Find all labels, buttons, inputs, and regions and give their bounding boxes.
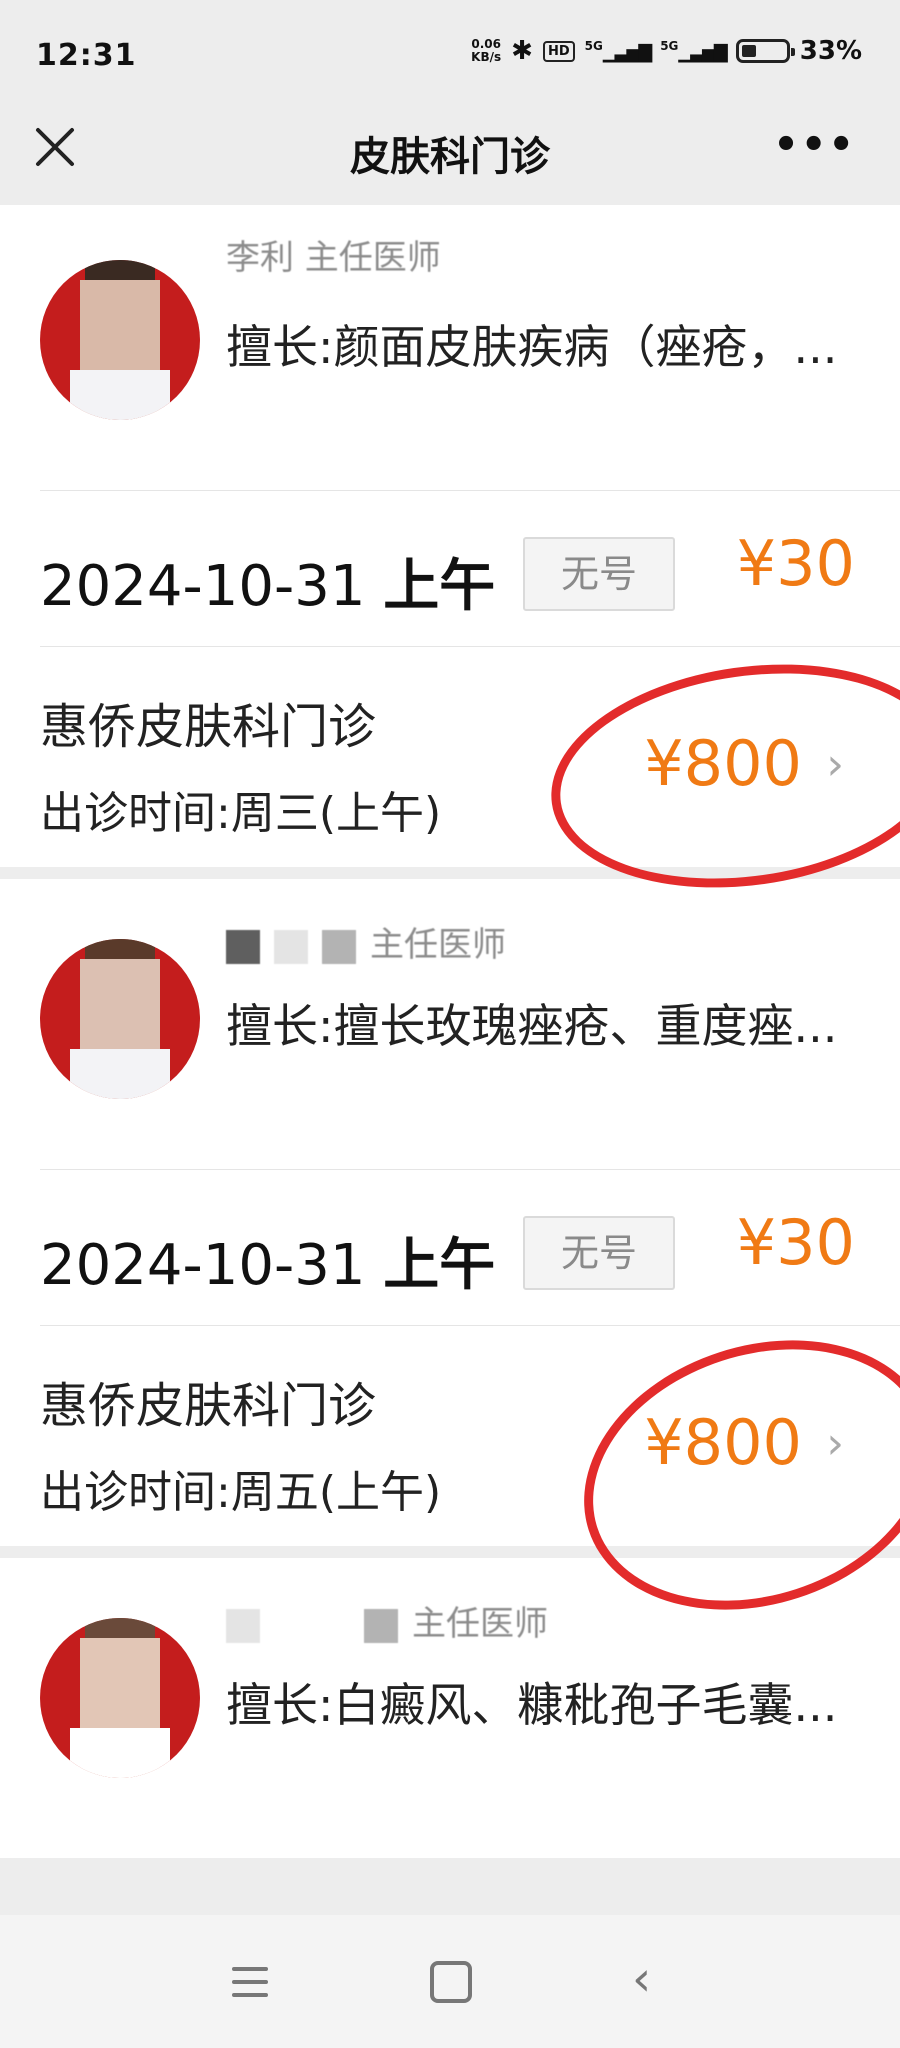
doctor-card[interactable]: 主任医师 擅长:白癜风、糠秕孢子毛囊... (0, 1558, 900, 1858)
bluetooth-icon: ✱ (511, 36, 533, 66)
avatar (40, 939, 200, 1099)
signal-5g-icon-2: 5G▁▃▅▇ (660, 38, 728, 63)
avatar (40, 1618, 200, 1778)
annotation-circle (536, 640, 900, 912)
page-title: 皮肤科门诊 (350, 134, 550, 180)
doctor-card[interactable]: 主任医师 擅长:擅长玫瑰痤疮、重度痤... 2024-10-31 上午 无号 ¥… (0, 879, 900, 1654)
nav-bar: 皮肤科门诊 ••• (0, 100, 900, 200)
schedule-row[interactable]: 2024-10-31 上午 无号 ¥30 (40, 1170, 900, 1326)
avatar (40, 260, 200, 420)
availability-badge: 无号 (523, 1216, 675, 1290)
doctor-specialty: 擅长:白癜风、糠秕孢子毛囊... (226, 1678, 838, 1732)
doctor-card[interactable]: 李利 主任医师 擅长:颜面皮肤疾病（痤疮，... 2024-10-31 上午 无… (0, 205, 900, 912)
doctor-name: 主任医师 (226, 1596, 548, 1645)
doctor-list: 李利 主任医师 擅长:颜面皮肤疾病（痤疮，... 2024-10-31 上午 无… (0, 205, 900, 1915)
doctor-name: 主任医师 (226, 917, 506, 966)
registration-price: ¥30 (736, 527, 855, 600)
status-bar: 12:31 0.06 KB/s ✱ HD 5G▁▃▅▇ 5G▁▃▅▇ 33% (0, 0, 900, 110)
doctor-specialty: 擅长:颜面皮肤疾病（痤疮，... (226, 320, 838, 374)
clinic-time: 出诊时间:周五(上午) (40, 1467, 442, 1518)
back-icon[interactable]: ‹ (632, 1951, 651, 2007)
status-icons: 0.06 KB/s ✱ HD 5G▁▃▅▇ 5G▁▃▅▇ 33% (471, 36, 862, 66)
more-icon[interactable]: ••• (773, 125, 856, 165)
signal-5g-icon-1: 5G▁▃▅▇ (584, 38, 653, 63)
status-time: 12:31 (36, 38, 137, 73)
network-speed: 0.06 KB/s (471, 37, 502, 64)
clinic-name: 惠侨皮肤科门诊 (40, 1378, 377, 1434)
registration-price: ¥30 (736, 1206, 855, 1279)
doctor-info[interactable]: 主任医师 擅长:白癜风、糠秕孢子毛囊... (40, 1558, 900, 1858)
hd-icon: HD (542, 40, 575, 62)
battery-icon (735, 39, 795, 63)
doctor-info[interactable]: 主任医师 擅长:擅长玫瑰痤疮、重度痤... (40, 879, 900, 1170)
clinic-row[interactable]: 惠侨皮肤科门诊 出诊时间:周五(上午) ¥800 › (40, 1296, 900, 1654)
clinic-time: 出诊时间:周三(上午) (40, 788, 442, 839)
clinic-row[interactable]: 惠侨皮肤科门诊 出诊时间:周三(上午) ¥800 › (40, 640, 900, 912)
system-nav-bar: ‹ (0, 1915, 900, 2048)
schedule-date: 2024-10-31 上午 (40, 554, 496, 619)
doctor-name: 李利 主任医师 (226, 238, 441, 278)
menu-icon[interactable] (232, 1967, 268, 2006)
clinic-name: 惠侨皮肤科门诊 (40, 699, 377, 755)
schedule-row[interactable]: 2024-10-31 上午 无号 ¥30 (40, 491, 900, 647)
doctor-info[interactable]: 李利 主任医师 擅长:颜面皮肤疾病（痤疮，... (40, 205, 900, 491)
doctor-specialty: 擅长:擅长玫瑰痤疮、重度痤... (226, 999, 838, 1053)
home-icon[interactable] (430, 1961, 472, 2003)
schedule-date: 2024-10-31 上午 (40, 1233, 496, 1298)
battery-percent: 33% (799, 36, 862, 66)
availability-badge: 无号 (523, 537, 675, 611)
